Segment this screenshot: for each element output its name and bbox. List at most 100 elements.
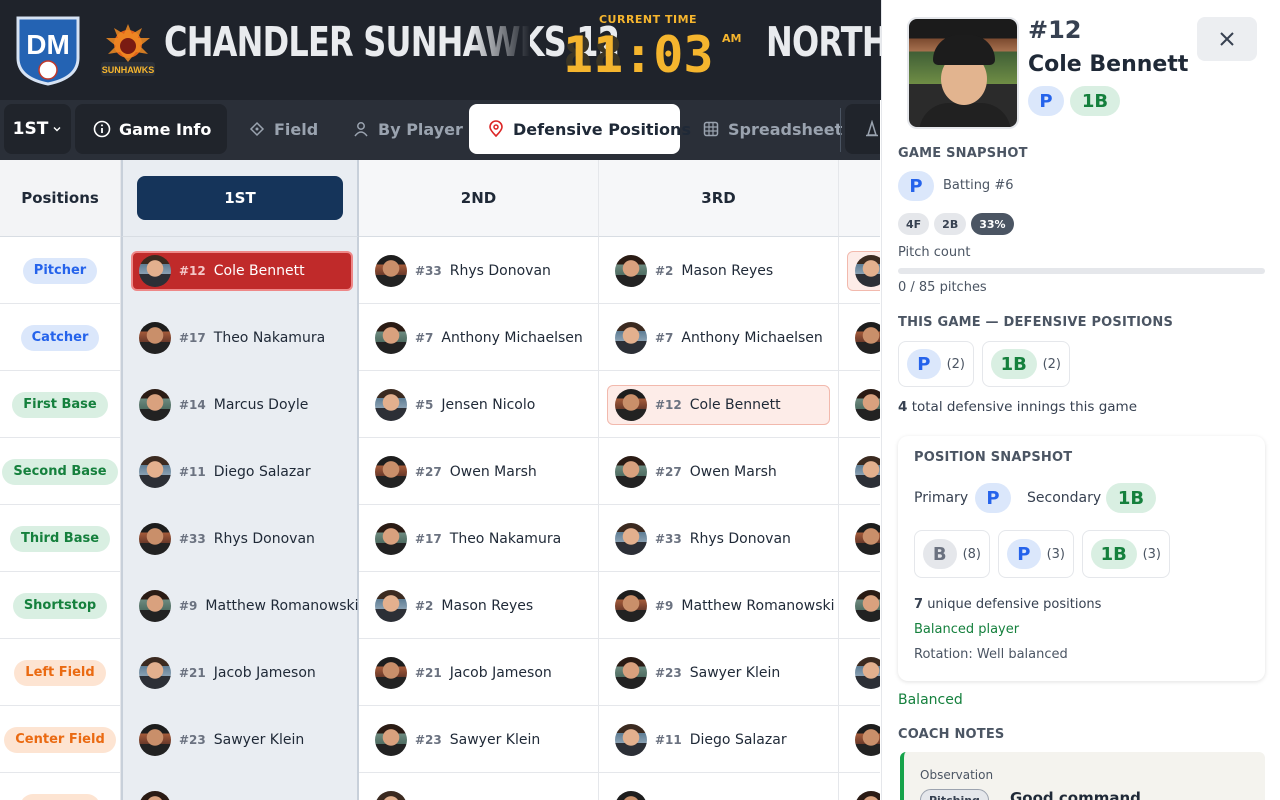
tab-field-label: Field	[274, 119, 319, 139]
player-chip[interactable]: #33 Rhys Donovan	[615, 519, 791, 559]
assignment-cell[interactable]: #7 Anthony Michaelsen	[599, 304, 839, 371]
player-chip[interactable]	[847, 250, 880, 291]
player-chip[interactable]: #7 Anthony Michaelsen	[375, 318, 583, 358]
coach-notes-title: COACH NOTES	[898, 727, 1005, 742]
pitch-count-text: 0 / 85 pitches	[898, 280, 987, 295]
player-chip[interactable]: #17 Theo Nakamura	[375, 519, 561, 559]
assignment-cell[interactable]: #5 Jensen Nicolo	[359, 371, 599, 438]
player-chip[interactable]: #33 Rhys Donovan	[139, 519, 315, 559]
player-chip[interactable]: #21 Jacob Jameson	[139, 653, 316, 693]
season-position-tile: 1B (3)	[1082, 530, 1170, 578]
assignment-cell[interactable]	[599, 773, 839, 800]
assignment-cell[interactable]: #17 Theo Nakamura	[121, 304, 359, 371]
avatar	[615, 790, 647, 800]
assignment-cell[interactable]: #12 Cole Bennett	[599, 371, 839, 438]
assignment-cell[interactable]	[839, 438, 880, 505]
assignment-cell[interactable]: #2 Mason Reyes	[599, 237, 839, 304]
assignment-cell[interactable]: #11 Diego Salazar	[599, 706, 839, 773]
player-chip[interactable]: #2 Mason Reyes	[615, 251, 773, 291]
player-chip[interactable]: #21 Jacob Jameson	[375, 653, 552, 693]
primary-label: Primary	[914, 490, 969, 506]
avatar	[375, 254, 407, 287]
player-chip[interactable]: #7 Anthony Michaelsen	[615, 318, 823, 358]
assignment-cell[interactable]: #33 Rhys Donovan	[359, 237, 599, 304]
assignment-cell[interactable]	[839, 639, 880, 706]
assignment-cell[interactable]: #12 Cole Bennett	[121, 237, 359, 304]
assignment-cell[interactable]: #21 Jacob Jameson	[359, 639, 599, 706]
secondary-label: Secondary	[1027, 490, 1102, 506]
stat-chip: 2B	[934, 213, 967, 235]
player-chip[interactable]: #2 Mason Reyes	[375, 586, 533, 626]
assignment-cell[interactable]: #23 Sawyer Klein	[121, 706, 359, 773]
player-chip[interactable]: #14 Marcus Doyle	[139, 385, 308, 425]
position-cell: Shortstop	[0, 572, 121, 639]
inning-header-1[interactable]: 1ST	[121, 160, 359, 237]
assignment-cell[interactable]	[839, 572, 880, 639]
assignment-cell[interactable]: #14 Marcus Doyle	[121, 371, 359, 438]
player-chip[interactable]: #27 Owen Marsh	[375, 452, 537, 492]
player-chip[interactable]: #5 Jensen Nicolo	[375, 385, 535, 425]
tab-more[interactable]	[845, 104, 880, 154]
player-name: Theo Nakamura	[213, 329, 326, 346]
player-chip[interactable]: #12 Cole Bennett	[131, 250, 353, 291]
assignment-cell[interactable]	[839, 505, 880, 572]
position-label: Catcher	[20, 324, 100, 351]
assignment-cell[interactable]: #33 Rhys Donovan	[121, 505, 359, 572]
player-number: #23	[415, 732, 442, 747]
assignment-cell[interactable]	[359, 773, 599, 800]
close-panel-button[interactable]	[1197, 17, 1257, 61]
assignment-cell[interactable]: #9 Matthew Romanowski	[121, 572, 359, 639]
grid-icon	[703, 121, 719, 137]
snapshot-position-badge: P	[898, 171, 934, 201]
tab-game-info[interactable]: Game Info	[75, 104, 227, 154]
tab-spreadsheet[interactable]: Spreadsheet	[684, 104, 844, 154]
assignment-cell[interactable]: #17 Theo Nakamura	[359, 505, 599, 572]
assignment-cell[interactable]: #9 Matthew Romanowski	[599, 572, 839, 639]
tab-defensive-positions[interactable]: Defensive Positions	[469, 104, 691, 154]
assignment-cell[interactable]: #27 Owen Marsh	[359, 438, 599, 505]
assignment-cell[interactable]: #11 Diego Salazar	[121, 438, 359, 505]
assignment-cell[interactable]: #23 Sawyer Klein	[599, 639, 839, 706]
player-chip[interactable]: #33 Rhys Donovan	[375, 251, 551, 291]
avatar	[139, 723, 171, 756]
avatar	[375, 522, 407, 555]
tab-by-player[interactable]: By Player	[334, 104, 474, 154]
avatar	[855, 790, 880, 800]
player-chip[interactable]: #17 Theo Nakamura	[139, 318, 325, 358]
avatar	[855, 522, 880, 555]
assignment-cell[interactable]: #7 Anthony Michaelsen	[359, 304, 599, 371]
note-tag: Pitching	[920, 789, 989, 800]
assignment-cell[interactable]	[839, 371, 880, 438]
inning-header-2[interactable]: 2ND	[359, 160, 599, 237]
clock-digits: 11:03	[563, 26, 714, 84]
player-chip[interactable]: #11 Diego Salazar	[615, 720, 787, 760]
assignment-cell[interactable]	[839, 706, 880, 773]
avatar	[375, 321, 407, 354]
player-chip[interactable]: #9 Matthew Romanowski	[615, 586, 835, 626]
player-chip[interactable]: #11 Diego Salazar	[139, 452, 311, 492]
player-number: #33	[179, 531, 206, 546]
assignment-cell[interactable]	[839, 304, 880, 371]
player-number: #11	[655, 732, 682, 747]
coach-note[interactable]: Observation Pitching Good command	[900, 752, 1265, 800]
player-chip[interactable]: #23 Sawyer Klein	[139, 720, 304, 760]
assignment-cell[interactable]: #27 Owen Marsh	[599, 438, 839, 505]
inning-selector[interactable]: 1ST	[4, 104, 71, 154]
player-chip[interactable]: #12 Cole Bennett	[607, 384, 830, 425]
assignment-cell[interactable]	[839, 773, 880, 800]
player-chip[interactable]: #9 Matthew Romanowski	[139, 586, 359, 626]
player-chip[interactable]: #27 Owen Marsh	[615, 452, 777, 492]
inning-header-4[interactable]	[839, 160, 880, 237]
assignment-cell[interactable]: #33 Rhys Donovan	[599, 505, 839, 572]
inning-header-3[interactable]: 3RD	[599, 160, 839, 237]
assignment-cell[interactable]: #21 Jacob Jameson	[121, 639, 359, 706]
player-chip[interactable]: #23 Sawyer Klein	[615, 653, 780, 693]
player-chip[interactable]: #23 Sawyer Klein	[375, 720, 540, 760]
assignment-cell[interactable]: #2 Mason Reyes	[359, 572, 599, 639]
assignment-cell[interactable]	[121, 773, 359, 800]
avatar	[139, 522, 171, 555]
tab-field[interactable]: Field	[230, 104, 350, 154]
assignment-cell[interactable]	[839, 237, 880, 304]
player-name: Mason Reyes	[441, 597, 534, 614]
assignment-cell[interactable]: #23 Sawyer Klein	[359, 706, 599, 773]
